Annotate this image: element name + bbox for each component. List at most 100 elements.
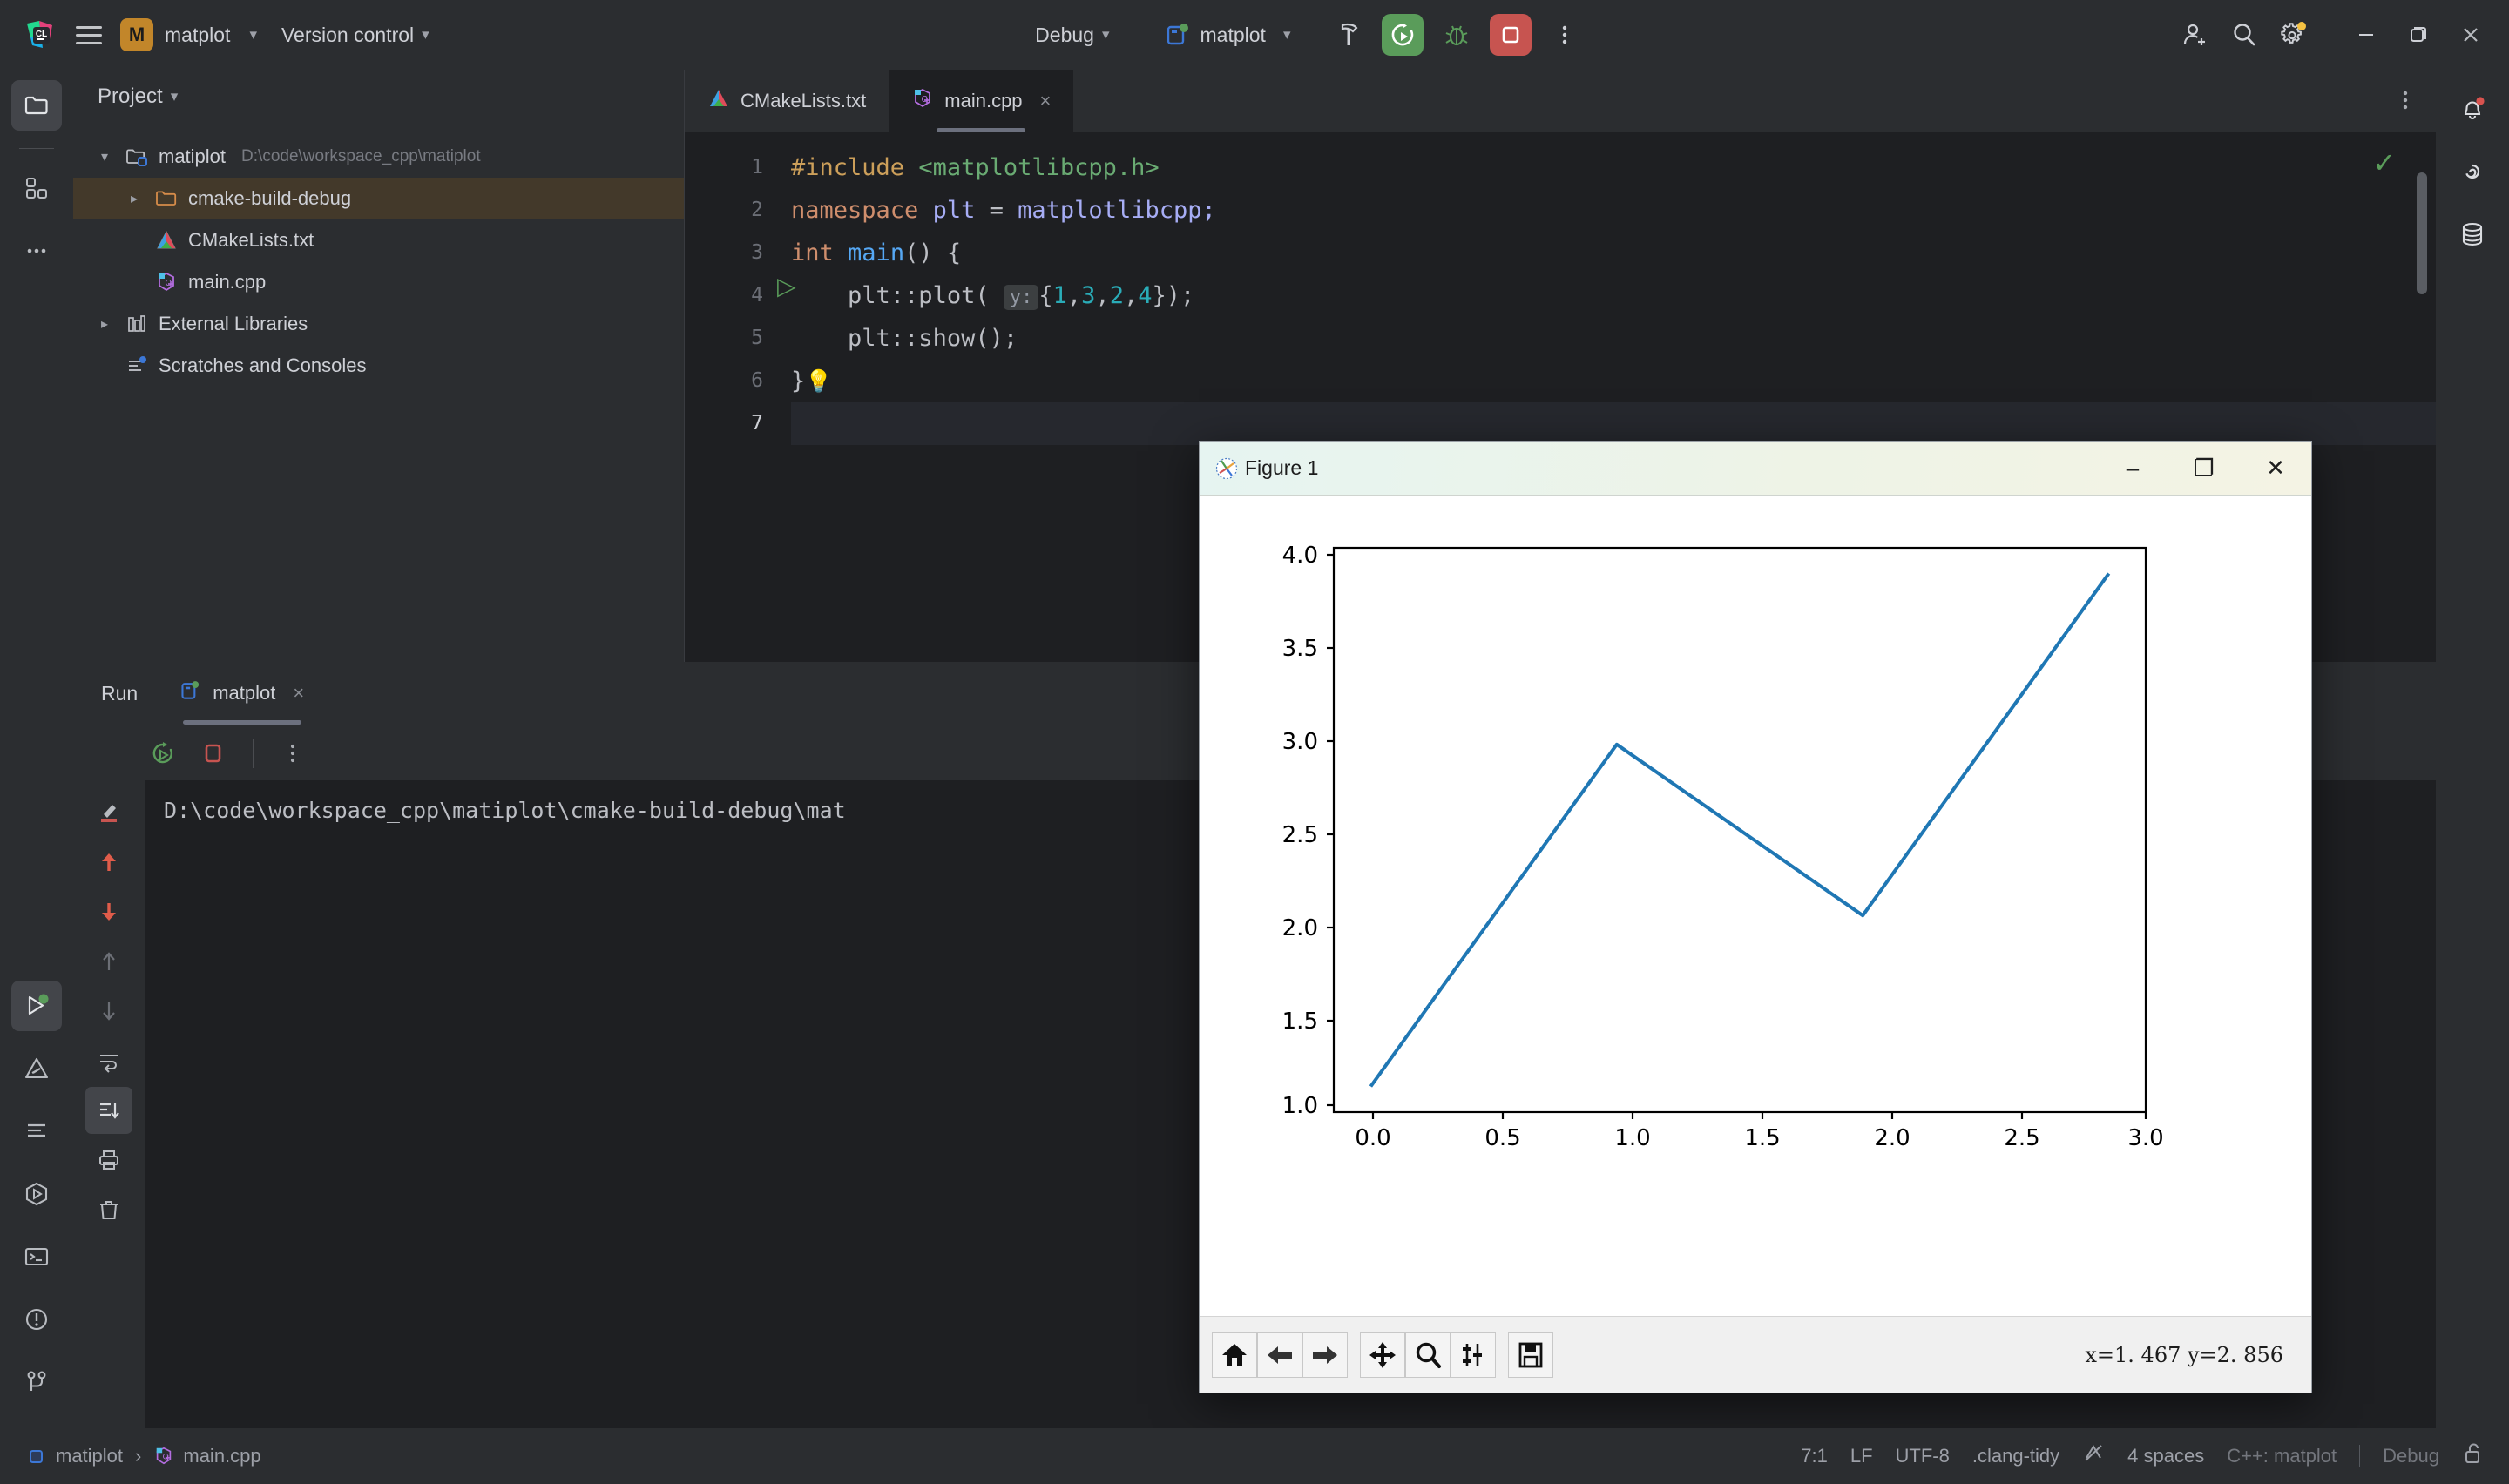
build-type[interactable]: Debug bbox=[2383, 1445, 2439, 1467]
build-button[interactable] bbox=[1324, 10, 1373, 59]
highlight-button[interactable] bbox=[85, 789, 132, 836]
tab-cmakelists[interactable]: CMakeLists.txt bbox=[685, 70, 889, 132]
pan-button[interactable] bbox=[1360, 1332, 1405, 1378]
code-line-4: plt::plot( y:{1,3,2,4}); bbox=[791, 274, 2436, 317]
sidebar-item-problems[interactable] bbox=[11, 1043, 62, 1094]
tree-node-main-cpp[interactable]: C main.cpp bbox=[73, 261, 684, 303]
chevron-down-icon[interactable]: ▾ bbox=[171, 88, 179, 105]
indent-setting[interactable]: 4 spaces bbox=[2127, 1445, 2204, 1467]
sidebar-item-run[interactable] bbox=[11, 981, 62, 1031]
print-button[interactable] bbox=[85, 1137, 132, 1184]
home-button[interactable] bbox=[1212, 1332, 1257, 1378]
tab-main-cpp[interactable]: C main.cpp × bbox=[889, 70, 1073, 132]
configure-subplots-button[interactable] bbox=[1451, 1332, 1496, 1378]
tab-close-icon[interactable]: × bbox=[1040, 90, 1052, 112]
code-alias: plt bbox=[933, 197, 976, 224]
editor-scrollbar-thumb[interactable] bbox=[2417, 172, 2427, 294]
figure-title-bar[interactable]: Figure 1 – ❐ ✕ bbox=[1200, 442, 2311, 496]
tree-node-cmakelists[interactable]: CMakeLists.txt bbox=[73, 219, 684, 261]
tree-node-matiplot[interactable]: ▾ matiplot D:\code\workspace_cpp\matiplo… bbox=[73, 136, 684, 178]
y-axis-labels: 4.0 3.5 3.0 2.5 2.0 1.5 1.0 bbox=[1282, 543, 1318, 1119]
rerun-button[interactable] bbox=[141, 732, 185, 775]
project-name: matplot bbox=[165, 24, 230, 47]
rerun-button[interactable] bbox=[1382, 14, 1424, 56]
soft-wrap-button[interactable] bbox=[85, 1037, 132, 1084]
version-control-menu[interactable]: Version control ▾ bbox=[269, 17, 442, 54]
line-number: 1 bbox=[685, 146, 763, 189]
code-lines: #include <matplotlibcpp.h> namespace plt… bbox=[791, 146, 2436, 445]
prev-occurrence-button[interactable] bbox=[85, 839, 132, 886]
left-activity-bar bbox=[0, 70, 73, 1428]
forward-button[interactable] bbox=[1302, 1332, 1348, 1378]
sidebar-item-terminal[interactable] bbox=[11, 1231, 62, 1282]
settings-button[interactable] bbox=[2269, 10, 2317, 59]
chevron-right-icon[interactable]: ▸ bbox=[118, 190, 150, 207]
sidebar-item-structure[interactable] bbox=[11, 163, 62, 213]
search-button[interactable] bbox=[2220, 10, 2269, 59]
inspections-ok-icon[interactable]: ✓ bbox=[2372, 146, 2396, 179]
close-button[interactable] bbox=[2445, 10, 2497, 59]
inspections-off-icon[interactable] bbox=[2082, 1442, 2105, 1470]
clear-all-button[interactable] bbox=[85, 1186, 132, 1233]
sidebar-item-notifications[interactable] bbox=[2447, 84, 2498, 134]
prev-grey-button[interactable] bbox=[85, 938, 132, 985]
sidebar-item-database[interactable] bbox=[2447, 209, 2498, 260]
next-occurrence-button[interactable] bbox=[85, 888, 132, 935]
stop-button[interactable] bbox=[192, 732, 235, 775]
lightbulb-icon[interactable]: 💡 bbox=[805, 368, 832, 394]
chevron-down-icon[interactable]: ▾ bbox=[89, 148, 120, 165]
next-grey-button[interactable] bbox=[85, 988, 132, 1035]
tree-node-scratches[interactable]: Scratches and Consoles bbox=[73, 345, 684, 387]
run-configuration-selector[interactable]: matplot ▾ bbox=[1153, 15, 1302, 55]
editor-more-button[interactable] bbox=[2394, 87, 2417, 118]
clang-tidy-status[interactable]: .clang-tidy bbox=[1972, 1445, 2059, 1467]
line-separator[interactable]: LF bbox=[1850, 1445, 1873, 1467]
panel-title[interactable]: Project bbox=[98, 84, 163, 109]
unlocked-icon[interactable] bbox=[2462, 1442, 2483, 1470]
maximize-button[interactable] bbox=[2392, 10, 2445, 59]
warning-triangle-icon bbox=[23, 1055, 51, 1083]
sidebar-item-todo[interactable] bbox=[11, 1106, 62, 1157]
zoom-button[interactable] bbox=[1405, 1332, 1451, 1378]
debug-menu[interactable]: Debug ▾ bbox=[1023, 17, 1121, 54]
sidebar-item-ai-assistant[interactable] bbox=[2447, 146, 2498, 197]
stop-button[interactable] bbox=[1490, 14, 1532, 56]
debug-button[interactable] bbox=[1432, 10, 1481, 59]
chevron-right-icon[interactable]: ▸ bbox=[89, 315, 120, 333]
file-encoding[interactable]: UTF-8 bbox=[1896, 1445, 1950, 1467]
breadcrumb-item-file[interactable]: C main.cpp bbox=[153, 1445, 260, 1467]
run-more-options-button[interactable] bbox=[271, 732, 314, 775]
build-configuration[interactable]: C++: matplot bbox=[2227, 1445, 2337, 1467]
figure-maximize-button[interactable]: ❐ bbox=[2168, 442, 2240, 496]
caret-position[interactable]: 7:1 bbox=[1801, 1445, 1828, 1467]
parameter-hint-y[interactable]: y: bbox=[1004, 285, 1039, 310]
run-tab-matplot[interactable]: matplot × bbox=[164, 662, 320, 725]
figure-minimize-button[interactable]: – bbox=[2097, 442, 2168, 496]
back-button[interactable] bbox=[1257, 1332, 1302, 1378]
sidebar-item-project[interactable] bbox=[11, 80, 62, 131]
clion-logo[interactable]: CL bbox=[16, 10, 64, 59]
vcs-label: Version control bbox=[281, 24, 414, 47]
toolbar-more-button[interactable] bbox=[1540, 10, 1589, 59]
hamburger-menu-icon[interactable] bbox=[64, 10, 113, 59]
sidebar-item-notifications[interactable] bbox=[11, 1294, 62, 1345]
libraries-icon bbox=[120, 313, 153, 335]
x-tick-label: 3.0 bbox=[2127, 1125, 2163, 1151]
line-number-gutter: 1 2 3 4 5 6 7 bbox=[685, 132, 775, 662]
scroll-to-end-button[interactable] bbox=[85, 1087, 132, 1134]
coordinate-readout: x=1. 467 y=2. 856 bbox=[2085, 1343, 2311, 1367]
sidebar-item-services[interactable] bbox=[11, 1169, 62, 1219]
add-user-button[interactable] bbox=[2171, 10, 2220, 59]
sidebar-item-more-tool-windows[interactable] bbox=[11, 226, 62, 276]
project-selector[interactable]: M matplot ▾ bbox=[113, 12, 269, 57]
figure-canvas[interactable]: 4.0 3.5 3.0 2.5 2.0 1.5 1.0 bbox=[1200, 496, 2311, 1316]
run-tab-close-icon[interactable]: × bbox=[293, 682, 304, 705]
figure-close-button[interactable]: ✕ bbox=[2240, 442, 2311, 496]
matplotlib-figure-window[interactable]: Figure 1 – ❐ ✕ bbox=[1199, 441, 2312, 1393]
tree-node-external-libraries[interactable]: ▸ External Libraries bbox=[73, 303, 684, 345]
breadcrumb-item-module[interactable]: matiplot bbox=[28, 1445, 123, 1467]
tree-node-cmake-build-debug[interactable]: ▸ cmake-build-debug bbox=[73, 178, 684, 219]
sidebar-item-version-control[interactable] bbox=[11, 1357, 62, 1407]
save-button[interactable] bbox=[1508, 1332, 1553, 1378]
minimize-button[interactable] bbox=[2340, 10, 2392, 59]
